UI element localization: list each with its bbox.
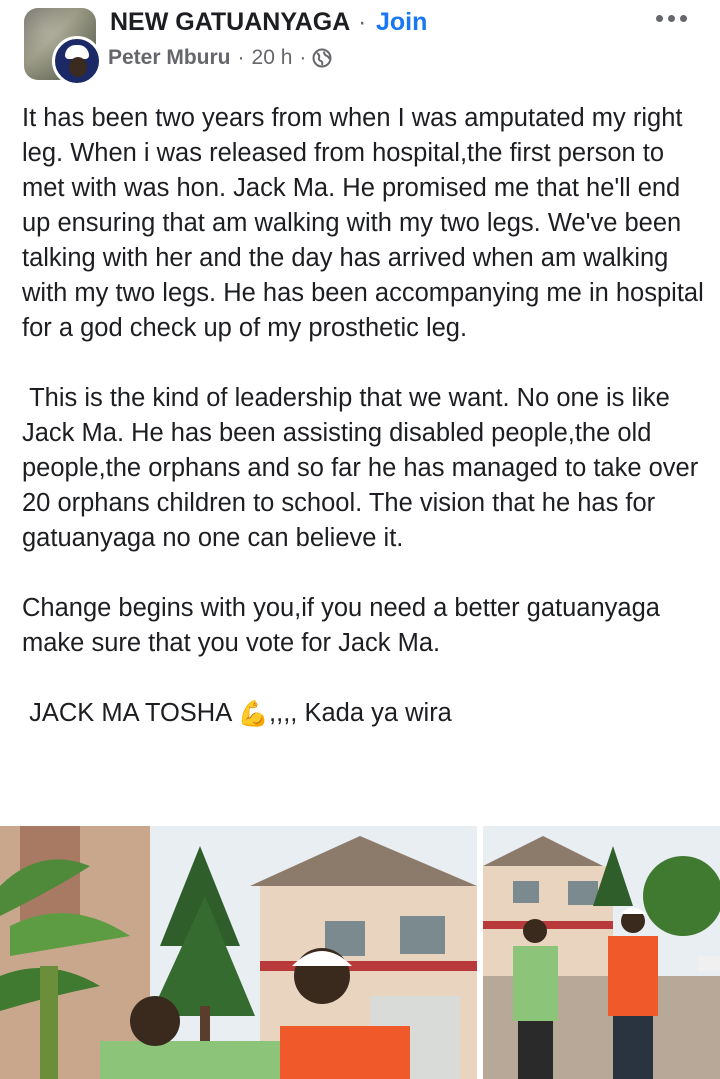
- group-name-link[interactable]: NEW GATUANYAGA: [110, 8, 350, 37]
- separator-dot: ·: [299, 46, 307, 69]
- more-dot: [680, 15, 687, 22]
- separator-dot: ·: [358, 8, 367, 36]
- photo-scene: [483, 826, 720, 1079]
- slogan-text-end: ,,,, Kada ya wira: [269, 699, 452, 727]
- photo-scene: [0, 826, 477, 1079]
- post-header: NEW GATUANYAGA · Join Peter Mburu · 20 h…: [0, 0, 720, 96]
- separator-dot: ·: [237, 46, 245, 69]
- post-timestamp[interactable]: 20 h: [252, 46, 293, 70]
- post-paragraph: It has been two years from when I was am…: [22, 104, 711, 342]
- more-dot: [668, 15, 675, 22]
- more-dot: [656, 15, 663, 22]
- author-avatar[interactable]: [52, 36, 102, 86]
- avatar-face: [69, 57, 87, 77]
- slogan-text: JACK MA TOSHA: [22, 699, 238, 727]
- post-photo[interactable]: [0, 826, 477, 1079]
- post-body: It has been two years from when I was am…: [22, 101, 712, 732]
- photo-grid: [0, 826, 720, 1079]
- post-slogan: JACK MA TOSHA 💪,,,, Kada ya wira: [22, 696, 712, 732]
- post-paragraph: Change begins with you,if you need a bet…: [22, 594, 668, 657]
- post-paragraph: This is the kind of leadership that we w…: [22, 384, 706, 552]
- author-name-link[interactable]: Peter Mburu: [108, 46, 231, 70]
- globe-icon: [312, 48, 332, 68]
- facebook-post: NEW GATUANYAGA · Join Peter Mburu · 20 h…: [0, 0, 720, 1079]
- flexed-biceps-icon: 💪: [237, 699, 270, 728]
- author-meta: Peter Mburu · 20 h ·: [108, 46, 332, 70]
- join-button[interactable]: Join: [376, 8, 427, 37]
- more-options-icon[interactable]: [652, 8, 692, 28]
- post-photo[interactable]: [483, 826, 720, 1079]
